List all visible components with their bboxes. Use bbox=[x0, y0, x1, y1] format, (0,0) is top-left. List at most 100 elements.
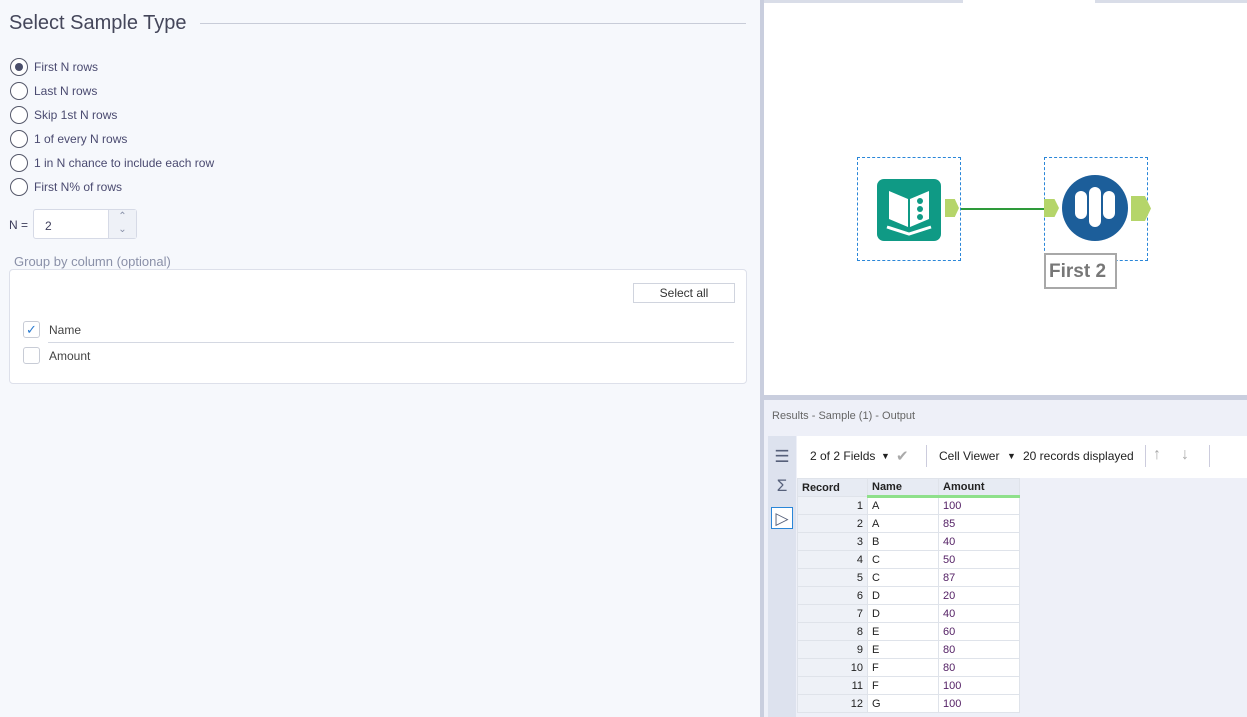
table-cell[interactable]: F bbox=[867, 676, 939, 695]
divider bbox=[200, 23, 746, 24]
column-checkbox-name[interactable]: ✓ Name bbox=[23, 321, 81, 338]
output-anchor[interactable] bbox=[1131, 196, 1151, 221]
table-cell[interactable]: 40 bbox=[938, 532, 1020, 551]
radio-button[interactable] bbox=[10, 130, 28, 148]
caret-down-icon[interactable]: ▼ bbox=[881, 451, 890, 461]
tab-strip bbox=[764, 0, 1247, 3]
results-title: Results - Sample (1) - Output bbox=[772, 410, 916, 422]
table-cell[interactable]: 80 bbox=[938, 640, 1020, 659]
table-cell[interactable]: 40 bbox=[938, 604, 1020, 623]
table-cell[interactable]: 5 bbox=[797, 568, 868, 587]
table-cell[interactable]: 7 bbox=[797, 604, 868, 623]
group-by-box: Select all ✓ Name Amount bbox=[9, 269, 747, 384]
book-icon bbox=[877, 179, 941, 241]
table-cell[interactable]: 100 bbox=[938, 676, 1020, 695]
table-cell[interactable]: 87 bbox=[938, 568, 1020, 587]
column-checkbox-amount[interactable]: Amount bbox=[23, 347, 90, 364]
chevron-down-icon[interactable]: ⌄ bbox=[109, 223, 136, 236]
table-row[interactable]: 4 C 50 bbox=[797, 550, 1020, 569]
column-header[interactable]: Record bbox=[797, 478, 868, 497]
table-cell[interactable]: 80 bbox=[938, 658, 1020, 677]
tag-icon[interactable]: ▷ bbox=[771, 507, 793, 529]
table-row[interactable]: 5 C 87 bbox=[797, 568, 1020, 587]
table-cell[interactable]: 20 bbox=[938, 586, 1020, 605]
cell-viewer-dropdown[interactable]: Cell Viewer bbox=[939, 449, 999, 463]
table-row[interactable]: 3 B 40 bbox=[797, 532, 1020, 551]
radio-label: Skip 1st N rows bbox=[34, 108, 118, 122]
table-cell[interactable]: G bbox=[867, 694, 939, 713]
select-all-button[interactable]: Select all bbox=[633, 283, 735, 303]
table-cell[interactable]: D bbox=[867, 586, 939, 605]
table-cell[interactable]: 3 bbox=[797, 532, 868, 551]
table-row[interactable]: 7 D 40 bbox=[797, 604, 1020, 623]
divider bbox=[926, 445, 927, 467]
fields-dropdown[interactable]: 2 of 2 Fields bbox=[810, 449, 875, 463]
radio-option[interactable]: First N rows bbox=[10, 58, 98, 76]
table-cell[interactable]: 1 bbox=[797, 496, 868, 515]
table-cell[interactable]: C bbox=[867, 568, 939, 587]
table-cell[interactable]: 6 bbox=[797, 586, 868, 605]
check-icon[interactable]: ✔ bbox=[896, 447, 909, 465]
table-cell[interactable]: 60 bbox=[938, 622, 1020, 641]
group-by-label: Group by column (optional) bbox=[14, 254, 171, 269]
table-row[interactable]: 10 F 80 bbox=[797, 658, 1020, 677]
table-cell[interactable]: 12 bbox=[797, 694, 868, 713]
connection-line[interactable] bbox=[961, 208, 1048, 210]
table-row[interactable]: 1 A 100 bbox=[797, 496, 1020, 515]
table-row[interactable]: 12 G 100 bbox=[797, 694, 1020, 713]
table-row[interactable]: 2 A 85 bbox=[797, 514, 1020, 533]
table-row[interactable]: 6 D 20 bbox=[797, 586, 1020, 605]
table-cell[interactable]: 50 bbox=[938, 550, 1020, 569]
radio-option[interactable]: 1 in N chance to include each row bbox=[10, 154, 214, 172]
table-cell[interactable]: E bbox=[867, 640, 939, 659]
n-value[interactable]: 2 bbox=[45, 219, 52, 233]
spin-buttons[interactable]: ⌃ ⌄ bbox=[108, 210, 136, 238]
divider bbox=[48, 342, 734, 343]
table-cell[interactable]: 4 bbox=[797, 550, 868, 569]
radio-button[interactable] bbox=[10, 154, 28, 172]
table-cell[interactable]: C bbox=[867, 550, 939, 569]
radio-option[interactable]: 1 of every N rows bbox=[10, 130, 127, 148]
radio-button[interactable] bbox=[10, 82, 28, 100]
table-cell[interactable]: B bbox=[867, 532, 939, 551]
active-tab[interactable] bbox=[963, 0, 1095, 3]
table-row[interactable]: 8 E 60 bbox=[797, 622, 1020, 641]
column-header[interactable]: Amount bbox=[938, 478, 1020, 498]
arrow-down-icon[interactable]: ↓ bbox=[1181, 446, 1189, 464]
radio-label: 1 of every N rows bbox=[34, 132, 128, 146]
table-cell[interactable]: 8 bbox=[797, 622, 868, 641]
table-view-icon[interactable]: ☰ bbox=[771, 446, 793, 468]
column-header[interactable]: Name bbox=[867, 478, 939, 498]
radio-option[interactable]: First N% of rows bbox=[10, 178, 122, 196]
table-cell[interactable]: 100 bbox=[938, 694, 1020, 713]
radio-button[interactable] bbox=[10, 106, 28, 124]
table-row[interactable]: 9 E 80 bbox=[797, 640, 1020, 659]
table-cell[interactable]: D bbox=[867, 604, 939, 623]
divider bbox=[1145, 445, 1146, 467]
table-row[interactable]: 11 F 100 bbox=[797, 676, 1020, 695]
table-cell[interactable]: F bbox=[867, 658, 939, 677]
n-stepper[interactable]: 2 ⌃ ⌄ bbox=[33, 209, 137, 239]
radio-option[interactable]: Last N rows bbox=[10, 82, 97, 100]
workflow-canvas[interactable]: First 2 bbox=[764, 0, 1247, 395]
section-title: Select Sample Type bbox=[9, 12, 187, 34]
radio-option[interactable]: Skip 1st N rows bbox=[10, 106, 117, 124]
table-cell[interactable]: 10 bbox=[797, 658, 868, 677]
sigma-icon[interactable]: Σ bbox=[771, 475, 793, 497]
caret-down-icon[interactable]: ▼ bbox=[1007, 451, 1016, 461]
table-cell[interactable]: 11 bbox=[797, 676, 868, 695]
arrow-up-icon[interactable]: ↑ bbox=[1153, 446, 1161, 464]
radio-button[interactable] bbox=[10, 178, 28, 196]
table-cell[interactable]: E bbox=[867, 622, 939, 641]
chevron-up-icon[interactable]: ⌃ bbox=[109, 210, 136, 223]
table-cell[interactable]: A bbox=[867, 496, 939, 515]
table-cell[interactable]: 9 bbox=[797, 640, 868, 659]
radio-button[interactable] bbox=[10, 58, 28, 76]
table-cell[interactable]: 2 bbox=[797, 514, 868, 533]
table-cell[interactable]: 100 bbox=[938, 496, 1020, 515]
checkbox[interactable] bbox=[23, 347, 40, 364]
checkbox[interactable]: ✓ bbox=[23, 321, 40, 338]
table-cell[interactable]: 85 bbox=[938, 514, 1020, 533]
n-label: N = bbox=[9, 218, 29, 232]
table-cell[interactable]: A bbox=[867, 514, 939, 533]
